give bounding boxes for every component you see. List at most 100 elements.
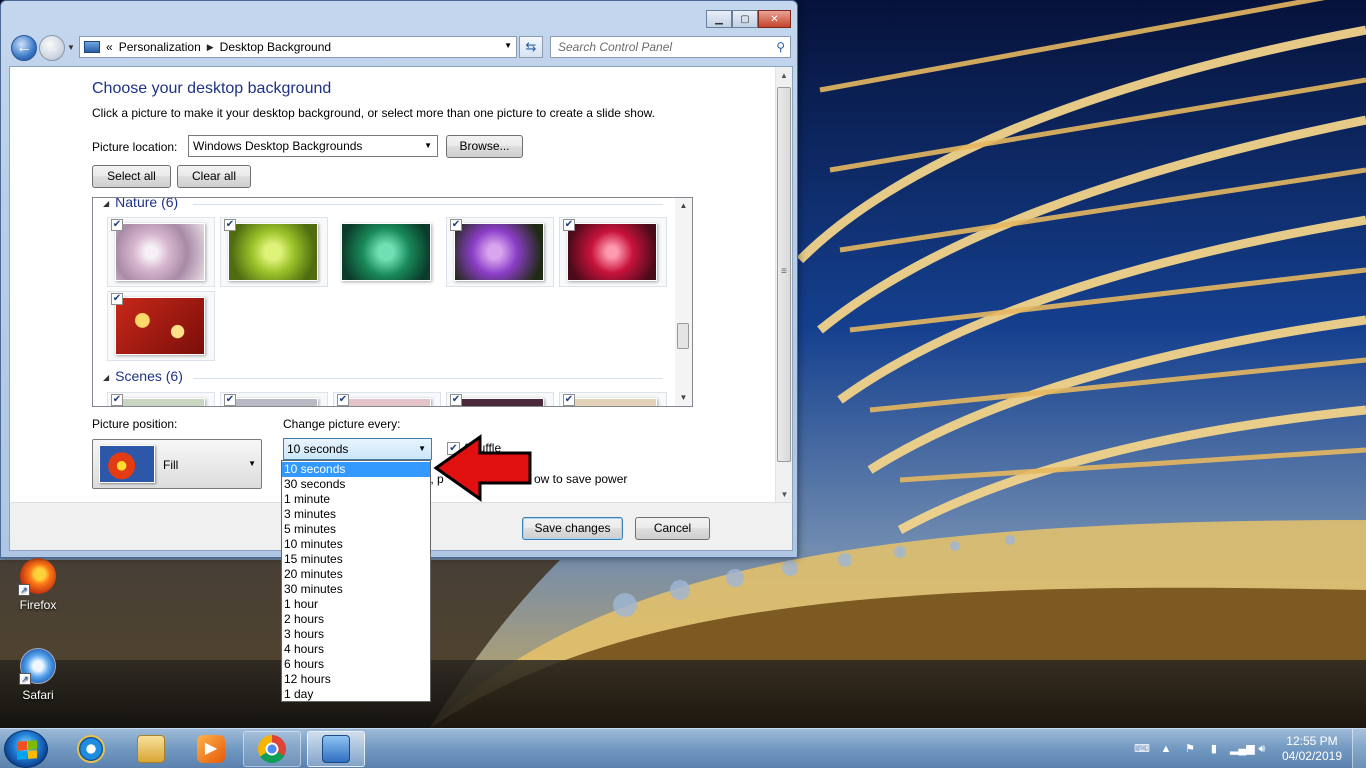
taskbar-media-player[interactable]: ▶ — [182, 731, 240, 767]
select-all-button[interactable]: Select all — [92, 165, 171, 188]
keyboard-icon[interactable]: ⌨ — [1134, 742, 1150, 756]
back-button[interactable]: ← — [11, 35, 37, 61]
windows-logo-icon — [17, 740, 37, 760]
thumbnail-checkbox[interactable]: ✔ — [224, 394, 236, 406]
thumbnail-nature-2[interactable]: ✔ — [220, 217, 328, 287]
dropdown-option[interactable]: 1 hour — [282, 597, 430, 612]
group-header-nature[interactable]: ◢ Nature (6) — [103, 198, 178, 210]
thumbnail-nature-1[interactable]: ✔ — [107, 217, 215, 287]
collapse-triangle-icon[interactable]: ◢ — [103, 199, 109, 208]
dropdown-option[interactable]: 12 hours — [282, 672, 430, 687]
save-changes-button[interactable]: Save changes — [522, 517, 623, 540]
system-tray: ⌨ ▲ ⚑ ▮ ▂▄▆ 🔊︎ 12:55 PM 04/02/2019 — [1130, 729, 1366, 768]
volume-icon[interactable]: 🔊︎ — [1254, 742, 1270, 756]
thumbnail-checkbox[interactable]: ✔ — [563, 394, 575, 406]
power-icon[interactable]: ▮ — [1206, 742, 1222, 756]
breadcrumb-separator-icon[interactable]: ▶ — [207, 42, 214, 53]
desktop-icon-label: Firefox — [19, 598, 57, 612]
dropdown-option[interactable]: 15 minutes — [282, 552, 430, 567]
thumbnail-scenes-5[interactable]: ✔ — [559, 392, 667, 406]
chevron-down-icon: ▼ — [248, 459, 256, 468]
thumbnail-checkbox[interactable]: ✔ — [111, 293, 123, 305]
show-hidden-icons-icon[interactable]: ▲ — [1158, 742, 1174, 756]
maximize-button[interactable]: ▢ — [732, 10, 758, 28]
thumbnail-scenes-2[interactable]: ✔ — [220, 392, 328, 406]
picture-location-select[interactable]: Windows Desktop Backgrounds ▼ — [188, 135, 438, 157]
thumbnail-nature-4[interactable]: ✔ — [446, 217, 554, 287]
taskbar-internet-explorer[interactable] — [62, 731, 120, 767]
taskbar-control-panel[interactable] — [307, 731, 365, 767]
dropdown-option[interactable]: 10 minutes — [282, 537, 430, 552]
breadcrumb-overflow[interactable]: « — [106, 40, 113, 54]
scroll-down-icon[interactable]: ▼ — [776, 486, 793, 503]
action-center-icon[interactable]: ⚑ — [1182, 742, 1198, 756]
search-icon[interactable]: ⚲ — [776, 37, 785, 57]
thumbnail-scenes-1[interactable]: ✔ — [107, 392, 215, 406]
thumbnail-scenes-4[interactable]: ✔ — [446, 392, 554, 406]
thumbnail-nature-5[interactable]: ✔ — [559, 217, 667, 287]
thumbnail-checkbox[interactable]: ✔ — [111, 394, 123, 406]
address-bar[interactable]: « Personalization ▶ Desktop Background ▼ — [79, 36, 517, 58]
cancel-button[interactable]: Cancel — [635, 517, 710, 540]
dropdown-option[interactable]: 20 minutes — [282, 567, 430, 582]
minimize-button[interactable]: ▁ — [706, 10, 732, 28]
thumbnail-checkbox[interactable]: ✔ — [111, 219, 123, 231]
content-scrollbar[interactable]: ▲ ▼ — [775, 67, 792, 503]
thumbnail-checkbox[interactable]: ✔ — [450, 219, 462, 231]
gallery-scrollbar[interactable]: ▲ ▼ — [675, 198, 692, 406]
thumbnail-nature-6[interactable]: ✔ — [107, 291, 215, 361]
dropdown-option[interactable]: 1 minute — [282, 492, 430, 507]
taskbar-windows-explorer[interactable] — [122, 731, 180, 767]
picture-gallery[interactable]: ◢ Nature (6) ✔ ✔ ✔ ✔ ✔ ◢ Scenes (6) ✔ ✔ … — [92, 197, 693, 407]
breadcrumb-personalization[interactable]: Personalization — [119, 40, 201, 54]
scroll-thumb[interactable] — [677, 323, 689, 349]
clock-date: 04/02/2019 — [1281, 749, 1342, 763]
dropdown-option[interactable]: 30 seconds — [282, 477, 430, 492]
collapse-triangle-icon[interactable]: ◢ — [103, 373, 109, 382]
clock[interactable]: 12:55 PM 04/02/2019 — [1282, 734, 1342, 764]
content-pane: Choose your desktop background Click a p… — [9, 66, 793, 503]
network-icon[interactable]: ▂▄▆ — [1230, 742, 1255, 756]
dropdown-option[interactable]: 2 hours — [282, 612, 430, 627]
breadcrumb-desktop-background[interactable]: Desktop Background — [220, 40, 331, 54]
taskbar: ▶ ⌨ ▲ ⚑ ▮ ▂▄▆ 🔊︎ 12:55 PM 04/02/2019 — [0, 728, 1366, 768]
dropdown-option[interactable]: 1 day — [282, 687, 430, 702]
browse-button[interactable]: Browse... — [446, 135, 523, 158]
group-header-scenes[interactable]: ◢ Scenes (6) — [103, 368, 183, 384]
thumbnail-nature-3[interactable] — [333, 217, 441, 287]
dropdown-option[interactable]: 6 hours — [282, 657, 430, 672]
desktop-icon-safari[interactable]: ↗ Safari — [3, 648, 73, 702]
change-picture-select[interactable]: 10 seconds ▼ — [283, 438, 432, 460]
close-button[interactable]: ✕ — [758, 10, 791, 28]
thumbnail-checkbox[interactable]: ✔ — [337, 394, 349, 406]
scroll-thumb[interactable] — [777, 87, 791, 462]
taskbar-chrome[interactable] — [243, 731, 301, 767]
start-button[interactable] — [4, 730, 48, 768]
thumbnail-scenes-3[interactable]: ✔ — [333, 392, 441, 406]
dropdown-option[interactable]: 3 minutes — [282, 507, 430, 522]
search-input[interactable]: Search Control Panel ⚲ — [550, 36, 791, 58]
picture-position-select[interactable]: Fill ▼ — [92, 439, 262, 489]
thumbnail-checkbox[interactable]: ✔ — [563, 219, 575, 231]
thumbnail-checkbox[interactable]: ✔ — [224, 219, 236, 231]
dropdown-option[interactable]: 3 hours — [282, 627, 430, 642]
dropdown-option[interactable]: 5 minutes — [282, 522, 430, 537]
dropdown-option-selected[interactable]: 10 seconds — [282, 462, 430, 477]
desktop-icon-firefox[interactable]: ↗ Firefox — [3, 558, 73, 612]
recent-pages-dropdown[interactable]: ▼ — [67, 43, 75, 52]
search-placeholder: Search Control Panel — [558, 40, 673, 54]
dropdown-option[interactable]: 30 minutes — [282, 582, 430, 597]
picture-position-value: Fill — [163, 458, 179, 472]
forward-button[interactable]: → — [39, 35, 65, 61]
scroll-down-icon[interactable]: ▼ — [675, 390, 692, 406]
thumbnail-checkbox[interactable]: ✔ — [450, 394, 462, 406]
address-dropdown-icon[interactable]: ▼ — [504, 41, 512, 50]
dropdown-option[interactable]: 4 hours — [282, 642, 430, 657]
clear-all-button[interactable]: Clear all — [177, 165, 251, 188]
scroll-up-icon[interactable]: ▲ — [776, 67, 792, 84]
navigation-bar: ← → ▼ « Personalization ▶ Desktop Backgr… — [9, 34, 791, 61]
show-desktop-button[interactable] — [1352, 729, 1366, 768]
scroll-up-icon[interactable]: ▲ — [675, 198, 692, 214]
refresh-button[interactable]: ⇆ — [519, 36, 543, 58]
change-picture-dropdown-list[interactable]: 10 seconds 30 seconds 1 minute 3 minutes… — [281, 460, 431, 702]
